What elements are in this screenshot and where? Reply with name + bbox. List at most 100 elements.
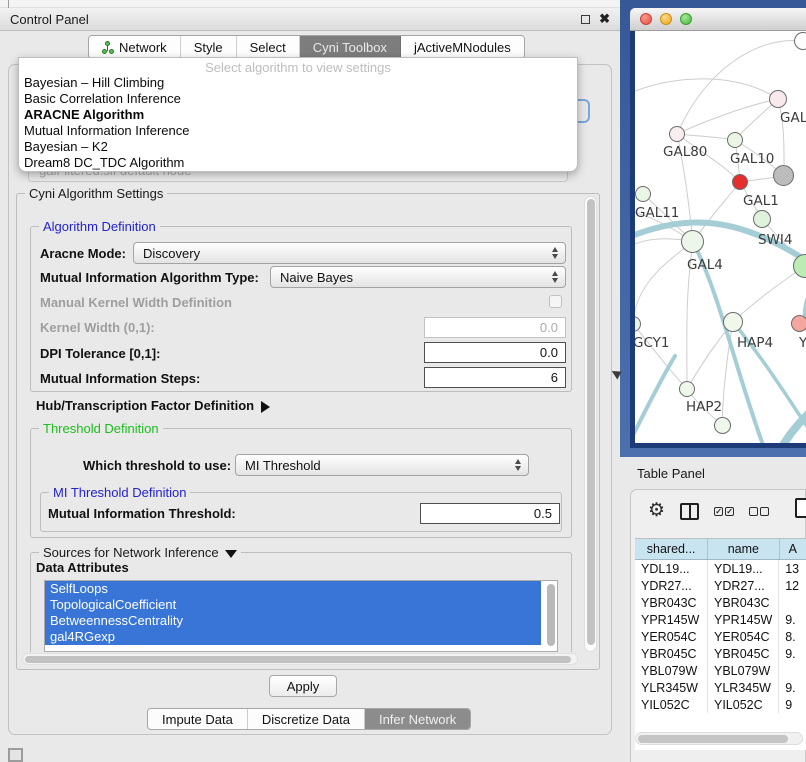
tab-jactivemnodules[interactable]: jActiveMNodules xyxy=(401,36,524,58)
screen: { "window": { "title": "Control Panel" }… xyxy=(0,0,806,762)
manual-kernel-width-checkbox[interactable] xyxy=(549,295,562,308)
mi-steps-field[interactable]: 6 xyxy=(424,367,566,388)
scrollbar-thumb[interactable] xyxy=(25,656,571,663)
tab-impute-data[interactable]: Impute Data xyxy=(148,709,248,729)
settings-horizontal-scrollbar[interactable] xyxy=(22,653,578,665)
tab-jactivemnodules-label: jActiveMNodules xyxy=(414,40,511,55)
cell: YIL052C xyxy=(635,696,708,713)
dropdown-item[interactable]: Dream8 DC_TDC Algorithm xyxy=(19,155,577,171)
settings-vertical-scrollbar[interactable] xyxy=(584,196,597,652)
network-node[interactable] xyxy=(769,90,787,108)
function-builder-icon[interactable] xyxy=(795,498,806,518)
sources-title-row[interactable]: Sources for Network Inference xyxy=(39,545,241,560)
table-horizontal-scrollbar[interactable] xyxy=(635,732,803,745)
window-edge-tick xyxy=(8,0,9,8)
column-header[interactable]: name xyxy=(708,539,779,559)
deselect-all-icon[interactable] xyxy=(749,507,769,516)
column-header[interactable]: A xyxy=(780,539,806,559)
tab-style[interactable]: Style xyxy=(181,36,237,58)
node-label: GAL10 xyxy=(730,151,774,167)
data-attributes-list[interactable]: SelfLoops TopologicalCoefficient Between… xyxy=(44,580,558,652)
table-row[interactable]: YPR145WYPR145W9. xyxy=(635,611,806,628)
table-panel: ⚙ ✓✓ shared... name A YDL19...YDL19...13… xyxy=(630,489,806,762)
dropdown-item[interactable]: Basic Correlation Inference xyxy=(19,91,577,107)
node-label: GAL11 xyxy=(635,205,679,221)
mi-algorithm-type-combo[interactable]: Naive Bayes xyxy=(270,266,566,288)
table-row[interactable]: YDL19...YDL19...13 xyxy=(635,560,806,577)
which-threshold-combo[interactable]: MI Threshold xyxy=(235,454,529,476)
table-row[interactable]: YBR043CYBR043C xyxy=(635,594,806,611)
network-node-gal80[interactable] xyxy=(669,126,685,142)
tab-infer-network[interactable]: Infer Network xyxy=(365,709,470,729)
close-panel-icon[interactable]: ✖ xyxy=(599,14,610,24)
tab-discretize-data[interactable]: Discretize Data xyxy=(248,709,365,729)
gear-icon[interactable]: ⚙ xyxy=(648,501,665,521)
list-item[interactable]: TopologicalCoefficient xyxy=(45,597,541,613)
dpi-tolerance-field[interactable]: 0.0 xyxy=(424,342,566,363)
aracne-mode-combo[interactable]: Discovery xyxy=(133,242,566,264)
select-all-icon[interactable]: ✓✓ xyxy=(714,507,734,516)
table-row[interactable]: YIL052CYIL052C9 xyxy=(635,696,806,713)
cell: 9. xyxy=(779,679,806,696)
dpi-tolerance-value: 0.0 xyxy=(540,345,558,360)
dropdown-item[interactable]: Bayesian – K2 xyxy=(19,139,577,155)
network-node-gal4[interactable] xyxy=(681,230,704,253)
which-threshold-value: MI Threshold xyxy=(245,458,321,473)
cell: 9. xyxy=(779,611,806,628)
table-row[interactable]: YLR345WYLR345W9. xyxy=(635,679,806,696)
tab-network[interactable]: Network xyxy=(89,36,181,58)
mi-steps-value: 6 xyxy=(551,370,558,385)
tab-select[interactable]: Select xyxy=(237,36,300,58)
network-node-gal1[interactable] xyxy=(732,174,748,190)
cell xyxy=(779,662,806,679)
table-row[interactable]: YDR27...YDR27...12 xyxy=(635,577,806,594)
network-window-titlebar[interactable] xyxy=(630,8,806,31)
table-panel-area: Table Panel ⚙ ✓✓ shared... name A YDL19.… xyxy=(620,457,806,762)
network-node-gal10[interactable] xyxy=(727,132,743,148)
scrollbar-thumb[interactable] xyxy=(638,735,788,743)
cell: 12 xyxy=(779,577,806,594)
network-node-gray[interactable] xyxy=(773,165,794,186)
table-row[interactable]: YER054CYER054C8. xyxy=(635,628,806,645)
tab-impute-data-label: Impute Data xyxy=(162,712,233,727)
node-label: GAL4 xyxy=(687,257,723,273)
minimize-window-icon[interactable] xyxy=(660,13,672,25)
column-header[interactable]: shared... xyxy=(635,539,708,559)
network-node[interactable] xyxy=(714,417,731,434)
collapsed-panel-icon[interactable] xyxy=(8,748,23,762)
list-item[interactable]: BetweennessCentrality xyxy=(45,613,541,629)
dropdown-item-selected[interactable]: ARACNE Algorithm xyxy=(19,107,577,123)
table-row[interactable]: YBR045CYBR045C9. xyxy=(635,645,806,662)
node-table[interactable]: shared... name A YDL19...YDL19...13 YDR2… xyxy=(635,538,806,750)
dropdown-item[interactable]: Mutual Information Inference xyxy=(19,123,577,139)
list-item[interactable]: SelfLoops xyxy=(45,581,541,597)
close-window-icon[interactable] xyxy=(640,13,652,25)
mi-threshold-field[interactable]: 0.5 xyxy=(420,503,560,524)
network-node-hap2[interactable] xyxy=(679,381,695,397)
tab-cyni-toolbox[interactable]: Cyni Toolbox xyxy=(300,36,401,58)
cell: YDR27... xyxy=(635,577,708,594)
which-threshold-label: Which threshold to use: xyxy=(83,458,231,473)
mi-threshold-value: 0.5 xyxy=(534,506,552,521)
network-node-salmon[interactable] xyxy=(791,315,806,332)
list-item[interactable]: gal4RGexp xyxy=(45,629,541,645)
scrollbar-thumb[interactable] xyxy=(587,199,595,645)
network-node-gal11[interactable] xyxy=(635,186,651,202)
float-panel-icon[interactable] xyxy=(581,15,590,24)
table-row[interactable]: YBL079WYBL079W xyxy=(635,662,806,679)
kernel-width-field[interactable]: 0.0 xyxy=(424,317,566,338)
dropdown-item[interactable]: Bayesian – Hill Climbing xyxy=(19,75,577,91)
list-scrollbar[interactable] xyxy=(547,584,555,646)
apply-button[interactable]: Apply xyxy=(269,675,337,697)
network-node[interactable] xyxy=(794,32,806,50)
cell: YER054C xyxy=(635,628,708,645)
cell: YBL079W xyxy=(708,662,779,679)
network-node-hap4[interactable] xyxy=(723,312,743,332)
hub-definition-toggle[interactable]: Hub/Transcription Factor Definition xyxy=(36,398,270,413)
zoom-window-icon[interactable] xyxy=(680,13,692,25)
network-canvas[interactable]: GAL GAL80 GAL10 GAL1 GAL11 SWI4 GAL4 GCY… xyxy=(635,31,806,443)
columns-icon[interactable] xyxy=(680,503,699,520)
network-node-swi4[interactable] xyxy=(753,210,771,228)
tab-infer-network-label: Infer Network xyxy=(379,712,456,727)
mi-threshold-definition-title: MI Threshold Definition xyxy=(49,485,190,500)
